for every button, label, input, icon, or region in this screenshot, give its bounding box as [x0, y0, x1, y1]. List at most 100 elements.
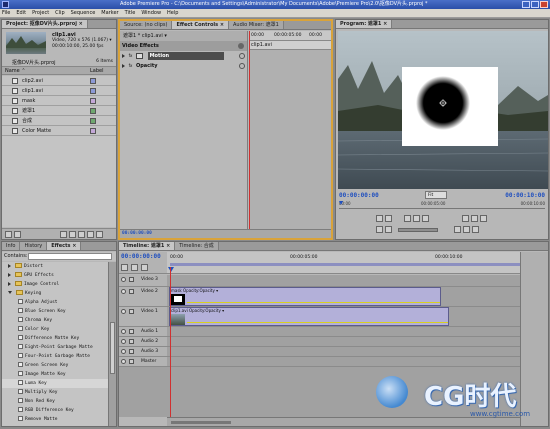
effects-scrollbar[interactable]: [108, 262, 116, 426]
fit-dropdown[interactable]: Fit: [425, 191, 447, 199]
lock-icon[interactable]: [129, 309, 134, 314]
effects-item[interactable]: Non Red Key: [2, 397, 108, 406]
track-body[interactable]: [167, 357, 520, 367]
ec-opacity-row[interactable]: fx Opacity: [120, 61, 247, 71]
list-view-icon[interactable]: [5, 231, 12, 238]
lock-icon[interactable]: [129, 329, 134, 334]
expand-triangle-icon[interactable]: [122, 63, 125, 68]
timeline-clip[interactable]: mask Opacity:Opacity ▾: [169, 287, 441, 306]
program-ruler[interactable]: 00:00 00:00:05:00 00:00:10:00: [339, 201, 545, 209]
ec-playhead[interactable]: [249, 31, 250, 229]
expand-triangle-icon[interactable]: [8, 263, 11, 268]
playhead-handle[interactable]: [168, 267, 174, 272]
track-header[interactable]: Audio 3: [119, 347, 167, 357]
label-color-swatch[interactable]: [90, 88, 96, 94]
lift-icon[interactable]: [462, 215, 469, 222]
work-area-bar[interactable]: [170, 263, 520, 266]
menu-file[interactable]: File: [2, 10, 10, 16]
clear-icon[interactable]: [96, 231, 103, 238]
label-color-swatch[interactable]: [90, 118, 96, 124]
column-label[interactable]: Label: [90, 68, 104, 74]
column-name[interactable]: Name ⌃: [5, 68, 26, 74]
effects-item[interactable]: Remove Matte: [2, 415, 108, 424]
project-item[interactable]: Color Matte: [2, 126, 116, 136]
go-to-in-icon[interactable]: [376, 226, 383, 233]
label-color-swatch[interactable]: [90, 78, 96, 84]
effects-item[interactable]: Green Screen Key: [2, 361, 108, 370]
tab-audio-mixer[interactable]: Audio Mixer: 遮罩1: [229, 21, 284, 29]
menu-window[interactable]: Window: [141, 10, 161, 16]
loop-icon[interactable]: [454, 226, 461, 233]
tab-timeline-composite[interactable]: Timeline: 合成: [175, 242, 219, 250]
menu-clip[interactable]: Clip: [55, 10, 64, 16]
tab-source[interactable]: Source: (no clips): [120, 21, 173, 29]
new-item-icon[interactable]: [87, 231, 94, 238]
timeline-timecode[interactable]: 00:00:00:00: [121, 253, 161, 260]
collapse-icon[interactable]: [238, 43, 244, 49]
menu-edit[interactable]: Edit: [16, 10, 26, 16]
eye-icon[interactable]: [121, 289, 126, 294]
tab-project[interactable]: Project: 抠像DV片头.prproj ×: [2, 20, 88, 28]
effects-item[interactable]: Eight-Point Garbage Matte: [2, 343, 108, 352]
collapse-triangle-icon[interactable]: [8, 291, 12, 294]
ec-motion-row[interactable]: fx Motion: [120, 51, 247, 61]
tab-history[interactable]: History: [20, 242, 48, 250]
eye-icon[interactable]: [121, 309, 126, 314]
tab-timeline-mask[interactable]: Timeline: 遮罩1 ×: [119, 242, 176, 250]
track-body[interactable]: mask Opacity:Opacity ▾: [167, 287, 520, 307]
tab-program[interactable]: Program: 遮罩1 ×: [336, 20, 393, 28]
program-timecode-current[interactable]: 00:00:00:00: [339, 192, 379, 199]
new-bin-icon[interactable]: [78, 231, 85, 238]
effects-item[interactable]: Four-Point Garbage Matte: [2, 352, 108, 361]
track-header[interactable]: Audio 2: [119, 337, 167, 347]
menu-help[interactable]: Help: [167, 10, 178, 16]
program-playhead-marker[interactable]: [339, 201, 343, 205]
lock-icon[interactable]: [129, 349, 134, 354]
track-header[interactable]: Video 3: [119, 275, 167, 287]
ec-timecode[interactable]: 00:00:00:00: [122, 231, 152, 236]
effects-folder[interactable]: Keying: [2, 289, 108, 298]
label-color-swatch[interactable]: [90, 98, 96, 104]
track-header[interactable]: Video 2: [119, 287, 167, 307]
speaker-icon[interactable]: [121, 339, 126, 344]
effects-item[interactable]: Difference Matte Key: [2, 334, 108, 343]
timeline-ruler[interactable]: 00:00 00:00:05:00 00:00:10:00: [167, 252, 520, 274]
project-item[interactable]: clip2.avi: [2, 76, 116, 86]
track-header[interactable]: Audio 1: [119, 327, 167, 337]
lock-icon[interactable]: [129, 277, 134, 282]
tab-info[interactable]: Info: [2, 242, 21, 250]
menu-title[interactable]: Title: [125, 10, 136, 16]
effects-item[interactable]: Alpha Adjust: [2, 298, 108, 307]
timeline-clip[interactable]: clip1.avi Opacity:Opacity ▾: [169, 307, 449, 326]
expand-triangle-icon[interactable]: [8, 272, 11, 277]
icon-view-icon[interactable]: [14, 231, 21, 238]
menu-sequence[interactable]: Sequence: [71, 10, 96, 16]
shuttle-slider[interactable]: [398, 228, 438, 232]
effects-folder[interactable]: Distort: [2, 262, 108, 271]
expand-triangle-icon[interactable]: [122, 53, 125, 58]
effects-item[interactable]: Color Key: [2, 325, 108, 334]
project-item[interactable]: clip1.avi: [2, 86, 116, 96]
label-color-swatch[interactable]: [90, 108, 96, 114]
output-icon[interactable]: [472, 226, 479, 233]
effects-folder[interactable]: Image Control: [2, 280, 108, 289]
effects-item[interactable]: Blue Screen Key: [2, 307, 108, 316]
zoom-slider[interactable]: [171, 421, 231, 424]
set-encore-marker-icon[interactable]: [141, 264, 148, 271]
lock-icon[interactable]: [129, 359, 134, 364]
track-body[interactable]: [167, 337, 520, 347]
reset-icon[interactable]: [239, 53, 245, 59]
snap-icon[interactable]: [121, 264, 128, 271]
menu-project[interactable]: Project: [32, 10, 49, 16]
project-item[interactable]: mask: [2, 96, 116, 106]
close-button[interactable]: [540, 1, 548, 8]
safe-margins-icon[interactable]: [463, 226, 470, 233]
project-item[interactable]: 遮罩1: [2, 106, 116, 116]
track-header[interactable]: Master: [119, 357, 167, 367]
effects-item[interactable]: Chroma Key: [2, 316, 108, 325]
track-body[interactable]: [167, 275, 520, 287]
track-body[interactable]: [167, 327, 520, 337]
speaker-icon[interactable]: [121, 329, 126, 334]
play-icon[interactable]: [413, 215, 420, 222]
effects-item[interactable]: Multiply Key: [2, 388, 108, 397]
